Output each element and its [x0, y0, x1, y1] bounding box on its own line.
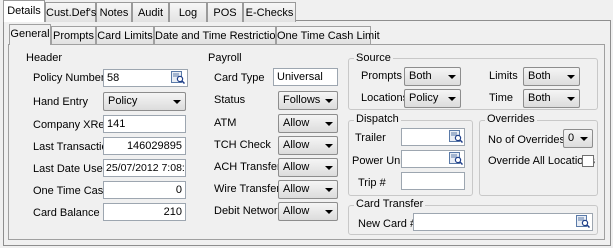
source-locations-value: Policy: [409, 92, 439, 104]
lookup-icon[interactable]: [449, 152, 463, 165]
chevron-down-icon: [325, 188, 333, 192]
source-locations-label: Locations: [361, 92, 409, 104]
new-card-label: New Card #: [358, 218, 417, 230]
header-group-title: Header: [26, 52, 63, 64]
policy-number-label: Policy Number: [33, 72, 105, 84]
ach-transfer-select[interactable]: Allow: [278, 158, 338, 177]
power-unit-label: Power Unit: [352, 155, 406, 167]
atm-label: ATM: [214, 117, 237, 129]
one-time-cash-label: One Time Cash: [33, 185, 110, 197]
wire-transfer-value: Allow: [283, 183, 310, 195]
tab-log[interactable]: Log: [169, 2, 207, 22]
payroll-group-title: Payroll: [208, 52, 242, 64]
chevron-down-icon: [448, 97, 456, 101]
no-of-overrides-value: 0: [568, 132, 575, 144]
new-card-field[interactable]: [413, 213, 593, 231]
source-prompts-label: Prompts: [361, 70, 402, 82]
chevron-down-icon: [325, 144, 333, 148]
company-xref-label: Company XRef: [33, 119, 108, 131]
last-transaction-label: Last Transaction: [33, 141, 114, 153]
no-of-overrides-select[interactable]: 0: [563, 129, 593, 148]
chevron-down-icon: [173, 100, 181, 104]
tab-details[interactable]: Details: [3, 0, 45, 22]
source-limits-value: Both: [528, 70, 551, 82]
tab-general[interactable]: General: [9, 24, 51, 45]
override-all-locations-label: Override All Locations: [488, 155, 595, 167]
chevron-down-icon: [325, 166, 333, 170]
overrides-group-title: Overrides: [485, 113, 537, 125]
lookup-icon[interactable]: [449, 130, 463, 143]
chevron-down-icon: [448, 75, 456, 79]
tch-check-value: Allow: [283, 139, 310, 151]
chevron-down-icon: [325, 99, 333, 103]
tab-cust-defs[interactable]: Cust.Def's: [45, 2, 96, 22]
source-time-label: Time: [489, 92, 514, 104]
tab-date-time-restrictions[interactable]: Date and Time Restrictions: [154, 26, 287, 44]
tab-card-limits[interactable]: Card Limits: [96, 26, 154, 44]
card-type-field[interactable]: Universal: [273, 68, 338, 86]
last-date-used-label: Last Date Used: [33, 163, 109, 175]
status-value: Follows: [283, 94, 321, 106]
status-select[interactable]: Follows: [278, 91, 338, 110]
lookup-icon[interactable]: [576, 215, 590, 228]
tab-audit[interactable]: Audit: [132, 2, 169, 22]
tch-check-select[interactable]: Allow: [278, 136, 338, 155]
card-type-value: Universal: [277, 71, 323, 83]
chevron-down-icon: [567, 97, 575, 101]
tch-check-label: TCH Check: [214, 139, 271, 151]
lookup-icon[interactable]: [171, 71, 185, 84]
trip-field[interactable]: [401, 172, 465, 190]
ach-transfer-label: ACH Transfer: [214, 161, 281, 173]
tab-pos[interactable]: POS: [207, 2, 243, 22]
company-xref-value: 141: [107, 118, 126, 130]
one-time-cash-field[interactable]: 0: [103, 181, 186, 199]
source-locations-select[interactable]: Policy: [404, 89, 461, 108]
last-transaction-value: 146029895: [126, 140, 182, 152]
card-transfer-group-title: Card Transfer: [354, 198, 426, 210]
source-time-select[interactable]: Both: [523, 89, 580, 108]
chevron-down-icon: [567, 75, 575, 79]
chevron-down-icon: [580, 137, 588, 141]
chevron-down-icon: [325, 122, 333, 126]
hand-entry-value: Policy: [108, 95, 138, 107]
debit-network-value: Allow: [283, 205, 310, 217]
card-type-label: Card Type: [214, 72, 265, 84]
wire-transfer-select[interactable]: Allow: [278, 180, 338, 199]
source-limits-select[interactable]: Both: [523, 67, 580, 86]
dispatch-group-title: Dispatch: [354, 113, 401, 125]
tab-notes[interactable]: Notes: [96, 2, 132, 22]
source-prompts-select[interactable]: Both: [404, 67, 461, 86]
last-transaction-field[interactable]: 146029895: [103, 137, 186, 155]
no-of-overrides-label: No of Overrides: [488, 134, 566, 146]
atm-value: Allow: [283, 117, 310, 129]
hand-entry-select[interactable]: Policy: [103, 92, 186, 111]
tab-prompts[interactable]: Prompts: [51, 26, 96, 44]
card-balance-field[interactable]: 210: [103, 203, 186, 221]
atm-select[interactable]: Allow: [278, 114, 338, 133]
hand-entry-label: Hand Entry: [33, 96, 89, 108]
one-time-cash-value: 0: [175, 184, 182, 196]
ach-transfer-value: Allow: [283, 161, 310, 173]
last-date-used-value: 25/07/2012 7:08:00: [106, 162, 185, 174]
source-group-title: Source: [354, 52, 393, 64]
details-window: Details Cust.Def's Notes Audit Log POS E…: [0, 0, 613, 248]
card-balance-label: Card Balance: [33, 207, 100, 219]
company-xref-field[interactable]: 141: [103, 115, 186, 133]
debit-network-label: Debit Network: [214, 205, 284, 217]
chevron-down-icon: [325, 210, 333, 214]
override-all-locations-checkbox[interactable]: [582, 155, 594, 167]
source-limits-label: Limits: [489, 70, 518, 82]
trip-label: Trip #: [358, 177, 386, 189]
source-prompts-value: Both: [409, 70, 432, 82]
tab-e-checks[interactable]: E-Checks: [243, 2, 296, 22]
debit-network-select[interactable]: Allow: [278, 202, 338, 221]
last-date-used-field[interactable]: 25/07/2012 7:08:00: [103, 159, 186, 177]
card-balance-value: 210: [163, 206, 182, 218]
source-time-value: Both: [528, 92, 551, 104]
status-label: Status: [214, 94, 246, 106]
tab-one-time-cash-limit[interactable]: One Time Cash Limit: [276, 26, 380, 44]
policy-number-value: 58: [107, 72, 120, 84]
wire-transfer-label: Wire Transfer: [214, 183, 281, 195]
trailer-label: Trailer: [355, 132, 386, 144]
